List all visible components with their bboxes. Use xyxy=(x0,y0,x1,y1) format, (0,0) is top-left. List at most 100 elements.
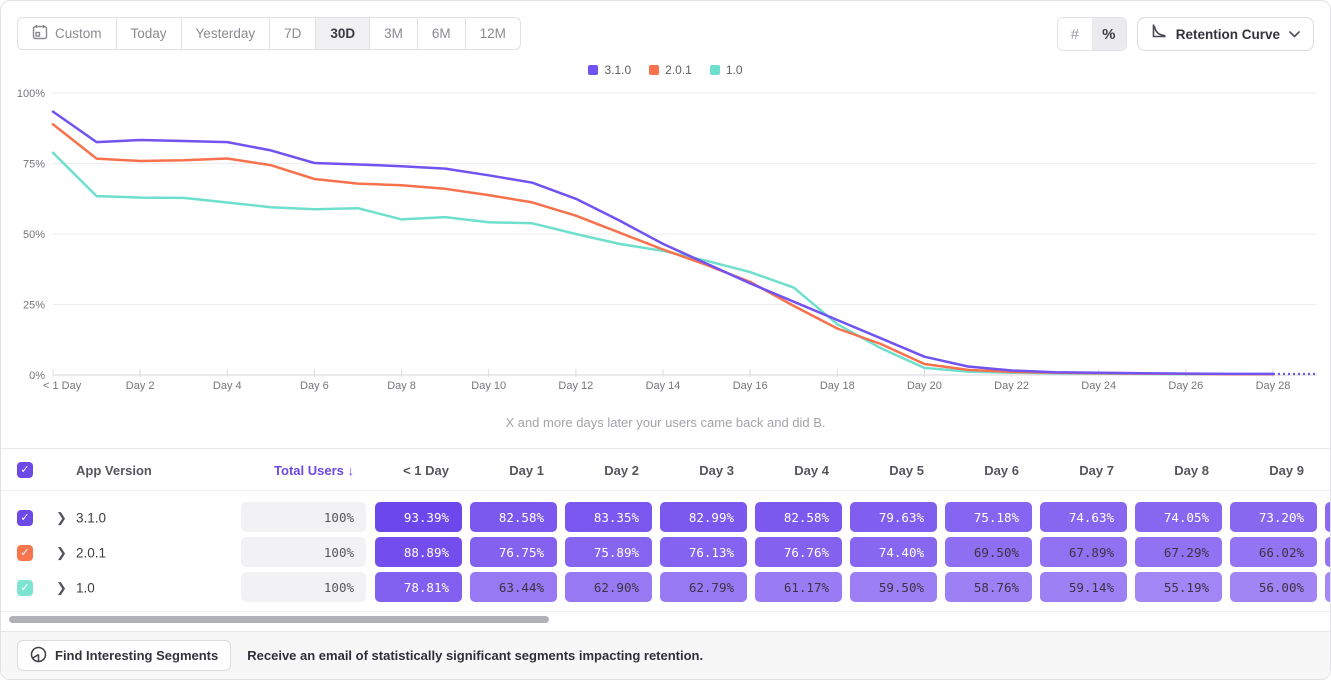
svg-text:Day 18: Day 18 xyxy=(820,380,855,392)
chart-legend: 3.1.0 2.0.1 1.0 xyxy=(1,63,1330,77)
scrollbar-thumb[interactable] xyxy=(9,616,549,623)
footer-message: Receive an email of statistically signif… xyxy=(247,648,703,663)
row-checkbox[interactable]: ✓ xyxy=(17,545,33,561)
percent-mode-button[interactable]: % xyxy=(1092,18,1126,50)
date-range-label: Custom xyxy=(55,26,102,41)
svg-text:25%: 25% xyxy=(23,300,45,312)
svg-text:100%: 100% xyxy=(17,88,45,100)
retention-cell-day-9[interactable]: 73.20% xyxy=(1230,502,1317,532)
date-range-12m[interactable]: 12M xyxy=(465,17,521,50)
retention-cell-day-2[interactable]: 75.89% xyxy=(565,537,652,567)
date-range-7d[interactable]: 7D xyxy=(269,17,316,50)
svg-text:50%: 50% xyxy=(23,229,45,241)
svg-text:Day 28: Day 28 xyxy=(1256,380,1291,392)
date-range-label: 6M xyxy=(432,26,451,41)
date-range-label: Today xyxy=(131,26,167,41)
legend-swatch xyxy=(649,65,659,75)
toolbar: Custom Today Yesterday7D30D3M 6M 12M # % Ret… xyxy=(1,1,1330,57)
date-range-yesterday[interactable]: Yesterday xyxy=(181,17,271,50)
table-body: ✓ ❯ 3.1.0 100% 93.39% 82.58% 83.35% 82.99% 82.58… xyxy=(1,491,1330,605)
right-tools: # % Retention Curve xyxy=(1057,17,1314,51)
column-header-day-5: Day 5 xyxy=(850,449,937,491)
retention-cell-day-5[interactable]: 59.50% xyxy=(850,572,937,602)
total-users-cell: 100% xyxy=(241,537,366,567)
date-range-custom[interactable]: Custom xyxy=(17,17,117,50)
expand-chevron-icon[interactable]: ❯ xyxy=(56,510,67,526)
find-interesting-segments-button[interactable]: Find Interesting Segments xyxy=(17,640,231,671)
column-header-total-users[interactable]: Total Users ↓ xyxy=(241,449,354,491)
expand-chevron-icon[interactable]: ❯ xyxy=(56,580,67,596)
date-range-group: Custom Today Yesterday7D30D3M 6M 12M xyxy=(17,17,521,50)
retention-cell-day-9[interactable]: 66.02% xyxy=(1230,537,1317,567)
retention-cell-day-5[interactable]: 74.40% xyxy=(850,537,937,567)
legend-label: 2.0.1 xyxy=(665,63,692,77)
column-header-day-4: Day 4 xyxy=(755,449,842,491)
retention-cell-day-1[interactable]: 76.75% xyxy=(470,537,557,567)
chart-type-dropdown[interactable]: Retention Curve xyxy=(1137,17,1314,51)
select-all-checkbox[interactable]: ✓ xyxy=(17,462,33,478)
number-mode-button[interactable]: # xyxy=(1058,18,1092,50)
retention-cell-day-4[interactable]: 61.17% xyxy=(755,572,842,602)
retention-cell-day-3[interactable]: 76.13% xyxy=(660,537,747,567)
row-checkbox[interactable]: ✓ xyxy=(17,510,33,526)
retention-cell-day-6[interactable]: 58.76% xyxy=(945,572,1032,602)
column-header-day-9: Day 9 xyxy=(1230,449,1317,491)
svg-text:< 1 Day: < 1 Day xyxy=(43,380,82,392)
retention-cell-day-3[interactable]: 82.99% xyxy=(660,502,747,532)
retention-cell-day-6[interactable]: 75.18% xyxy=(945,502,1032,532)
retention-cell-day-2[interactable]: 83.35% xyxy=(565,502,652,532)
legend-item-2.0.1[interactable]: 2.0.1 xyxy=(649,63,692,77)
date-range-6m[interactable]: 6M xyxy=(417,17,466,50)
retention-cell-day-1[interactable]: 82.58% xyxy=(470,502,557,532)
column-header-day-3: Day 3 xyxy=(660,449,747,491)
retention-cell-day-3[interactable]: 62.79% xyxy=(660,572,747,602)
date-range-today[interactable]: Today xyxy=(116,17,182,50)
svg-text:Day 2: Day 2 xyxy=(126,380,155,392)
retention-cell-clipped[interactable] xyxy=(1325,537,1331,567)
svg-text:Day 22: Day 22 xyxy=(994,380,1029,392)
find-segments-label: Find Interesting Segments xyxy=(55,648,218,663)
legend-label: 3.1.0 xyxy=(604,63,631,77)
retention-cell-day-0[interactable]: 93.39% xyxy=(375,502,462,532)
app-version-label: 3.1.0 xyxy=(76,510,106,525)
retention-cell-day-4[interactable]: 76.76% xyxy=(755,537,842,567)
retention-cell-day-6[interactable]: 69.50% xyxy=(945,537,1032,567)
date-range-3m[interactable]: 3M xyxy=(369,17,418,50)
table-row-3.1.0: ✓ ❯ 3.1.0 100% 93.39% 82.58% 83.35% 82.99% 82.58… xyxy=(1,500,1330,535)
retention-cell-day-8[interactable]: 55.19% xyxy=(1135,572,1222,602)
retention-cell-day-5[interactable]: 79.63% xyxy=(850,502,937,532)
retention-cell-day-8[interactable]: 74.05% xyxy=(1135,502,1222,532)
retention-cell-day-7[interactable]: 67.89% xyxy=(1040,537,1127,567)
table-header-row: ✓ App Version Total Users ↓ < 1 DayDay 1… xyxy=(1,449,1330,491)
retention-cell-day-7[interactable]: 74.63% xyxy=(1040,502,1127,532)
column-header-day-6: Day 6 xyxy=(945,449,1032,491)
retention-cell-day-4[interactable]: 82.58% xyxy=(755,502,842,532)
retention-cell-clipped[interactable] xyxy=(1325,502,1331,532)
retention-line-chart[interactable]: 0%25%50%75%100%< 1 DayDay 2Day 4Day 6Day… xyxy=(1,81,1331,393)
row-checkbox[interactable]: ✓ xyxy=(17,580,33,596)
retention-cell-day-0[interactable]: 88.89% xyxy=(375,537,462,567)
retention-cell-day-2[interactable]: 62.90% xyxy=(565,572,652,602)
legend-item-3.1.0[interactable]: 3.1.0 xyxy=(588,63,631,77)
column-header-day-2: Day 2 xyxy=(565,449,652,491)
segment-circle-icon xyxy=(30,646,47,666)
retention-cell-day-9[interactable]: 56.00% xyxy=(1230,572,1317,602)
retention-cell-day-0[interactable]: 78.81% xyxy=(375,572,462,602)
expand-chevron-icon[interactable]: ❯ xyxy=(56,545,67,561)
retention-cell-day-1[interactable]: 63.44% xyxy=(470,572,557,602)
total-users-cell: 100% xyxy=(241,572,366,602)
retention-report: Custom Today Yesterday7D30D3M 6M 12M # % Ret… xyxy=(0,0,1331,680)
column-header-day-0: < 1 Day xyxy=(375,449,462,491)
retention-cell-clipped[interactable] xyxy=(1325,572,1331,602)
retention-cell-day-7[interactable]: 59.14% xyxy=(1040,572,1127,602)
chart-type-label: Retention Curve xyxy=(1176,27,1280,42)
legend-label: 1.0 xyxy=(726,63,743,77)
legend-swatch xyxy=(588,65,598,75)
column-header-day-7: Day 7 xyxy=(1040,449,1127,491)
svg-text:Day 20: Day 20 xyxy=(907,380,942,392)
legend-item-1.0[interactable]: 1.0 xyxy=(710,63,743,77)
svg-text:Day 26: Day 26 xyxy=(1168,380,1203,392)
retention-cell-day-8[interactable]: 67.29% xyxy=(1135,537,1222,567)
date-range-30d[interactable]: 30D xyxy=(315,17,370,50)
total-users-cell: 100% xyxy=(241,502,366,532)
